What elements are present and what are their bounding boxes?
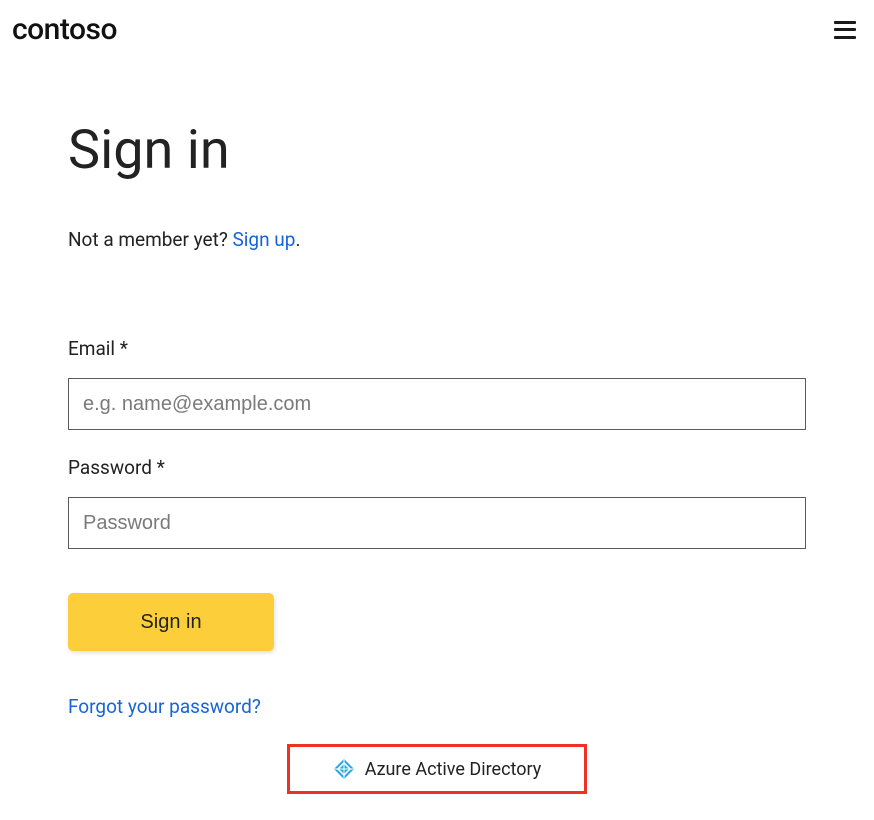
- signin-button[interactable]: Sign in: [68, 593, 274, 651]
- form-actions: Sign in Forgot your password?: [68, 593, 806, 718]
- azure-ad-icon: [333, 758, 355, 780]
- azure-sso-button[interactable]: Azure Active Directory: [287, 744, 587, 794]
- signin-form-container: Sign in Not a member yet? Sign up. Email…: [0, 59, 874, 794]
- password-input[interactable]: [68, 497, 806, 549]
- email-field-group: Email *: [68, 337, 806, 430]
- signup-prompt: Not a member yet? Sign up.: [68, 228, 806, 251]
- email-label: Email *: [68, 337, 806, 360]
- signup-prefix: Not a member yet?: [68, 228, 233, 251]
- hamburger-menu-icon[interactable]: [834, 21, 856, 39]
- signup-link[interactable]: Sign up: [233, 228, 296, 251]
- page-header: contoso: [0, 0, 874, 59]
- brand-logo: contoso: [12, 12, 117, 47]
- azure-sso-label: Azure Active Directory: [365, 759, 542, 780]
- password-field-group: Password *: [68, 456, 806, 549]
- page-title: Sign in: [68, 119, 806, 182]
- signup-period: .: [295, 228, 300, 251]
- password-label: Password *: [68, 456, 806, 479]
- forgot-password-link[interactable]: Forgot your password?: [68, 695, 261, 718]
- email-input[interactable]: [68, 378, 806, 430]
